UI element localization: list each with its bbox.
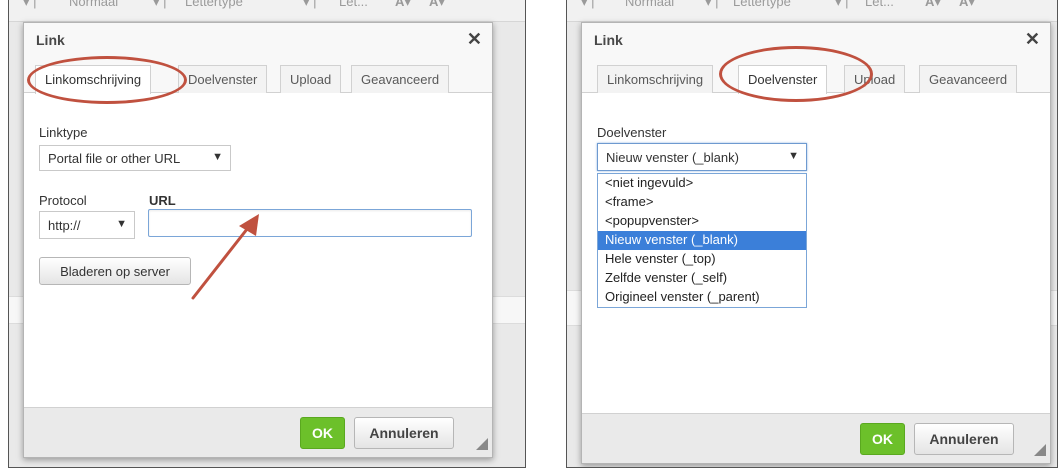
size-combo[interactable]: Let... (865, 0, 894, 9)
dialog-footer: OK Annuleren (582, 413, 1050, 463)
option-frame[interactable]: <frame> (598, 193, 806, 212)
tab-linkomschrijving[interactable]: Linkomschrijving (597, 65, 714, 93)
font-color-button[interactable]: A▾ (395, 0, 411, 10)
option-self[interactable]: Zelfde venster (_self) (598, 269, 806, 288)
chevron-down-icon: ▼ (788, 150, 799, 162)
target-label: Doelvenster (597, 125, 667, 140)
option-not-set[interactable]: <niet ingevuld> (598, 174, 806, 193)
font-combo[interactable]: Lettertype (733, 0, 791, 9)
toolbar-arrow-icon: ▾ | (835, 0, 849, 9)
protocol-label: Protocol (39, 193, 87, 208)
annotation-ring (719, 46, 873, 102)
close-icon[interactable]: ✕ (467, 29, 482, 50)
toolbar-arrow-icon: ▾ | (153, 0, 167, 9)
toolbar-arrow-icon: ▾ | (23, 0, 37, 9)
tab-geavanceerd[interactable]: Geavanceerd (351, 65, 450, 93)
option-top[interactable]: Hele venster (_top) (598, 250, 806, 269)
format-combo[interactable]: Normaal (625, 0, 674, 9)
linktype-value: Portal file or other URL (48, 151, 181, 166)
annotation-arrow-icon (191, 214, 259, 300)
size-combo[interactable]: Let... (339, 0, 368, 9)
option-blank[interactable]: Nieuw venster (_blank) (598, 231, 806, 250)
close-icon[interactable]: ✕ (1025, 29, 1040, 50)
protocol-select[interactable]: http:// ▼ (39, 211, 135, 239)
target-dropdown-list: <niet ingevuld> <frame> <popupvenster> N… (597, 173, 807, 308)
tab-doelvenster[interactable]: Doelvenster (178, 65, 268, 93)
option-popup[interactable]: <popupvenster> (598, 212, 806, 231)
annotation-ring (27, 56, 187, 104)
dialog-title: Link (36, 32, 65, 48)
chevron-down-icon: ▼ (212, 151, 223, 163)
option-parent[interactable]: Origineel venster (_parent) (598, 288, 806, 307)
left-editor-window: ▾ | Normaal ▾ | Lettertype ▾ | Let... A▾… (8, 0, 526, 468)
target-value: Nieuw venster (_blank) (606, 150, 739, 165)
background-toolbar: ▾ | Normaal ▾ | Lettertype ▾ | Let... A▾… (567, 0, 1057, 22)
bg-color-button[interactable]: A▾ (959, 0, 975, 10)
dialog-footer: OK Annuleren (24, 407, 492, 457)
dialog-titlebar[interactable]: Link ✕ (24, 23, 492, 57)
target-select[interactable]: Nieuw venster (_blank) ▼ (597, 143, 807, 171)
tab-upload[interactable]: Upload (280, 65, 342, 93)
url-label: URL (149, 193, 176, 208)
protocol-value: http:// (48, 218, 81, 233)
linktype-label: Linktype (39, 125, 88, 140)
right-editor-window: ▾ | Normaal ▾ | Lettertype ▾ | Let... A▾… (566, 0, 1058, 468)
ok-button[interactable]: OK (860, 423, 905, 455)
format-combo[interactable]: Normaal (69, 0, 118, 9)
toolbar-arrow-icon: ▾ | (581, 0, 595, 9)
cancel-button[interactable]: Annuleren (914, 423, 1014, 455)
font-color-button[interactable]: A▾ (925, 0, 941, 10)
resize-grip-icon[interactable] (1034, 444, 1046, 456)
bg-color-button[interactable]: A▾ (429, 0, 445, 10)
browse-server-button[interactable]: Bladeren op server (39, 257, 191, 285)
cancel-button[interactable]: Annuleren (354, 417, 454, 449)
tab-geavanceerd[interactable]: Geavanceerd (919, 65, 1018, 93)
toolbar-arrow-icon: ▾ | (303, 0, 317, 9)
toolbar-arrow-icon: ▾ | (705, 0, 719, 9)
linktype-select[interactable]: Portal file or other URL ▼ (39, 145, 231, 171)
background-toolbar: ▾ | Normaal ▾ | Lettertype ▾ | Let... A▾… (9, 0, 525, 22)
resize-grip-icon[interactable] (476, 438, 488, 450)
ok-button[interactable]: OK (300, 417, 345, 449)
dialog-title: Link (594, 32, 623, 48)
chevron-down-icon: ▼ (116, 218, 127, 230)
font-combo[interactable]: Lettertype (185, 0, 243, 9)
